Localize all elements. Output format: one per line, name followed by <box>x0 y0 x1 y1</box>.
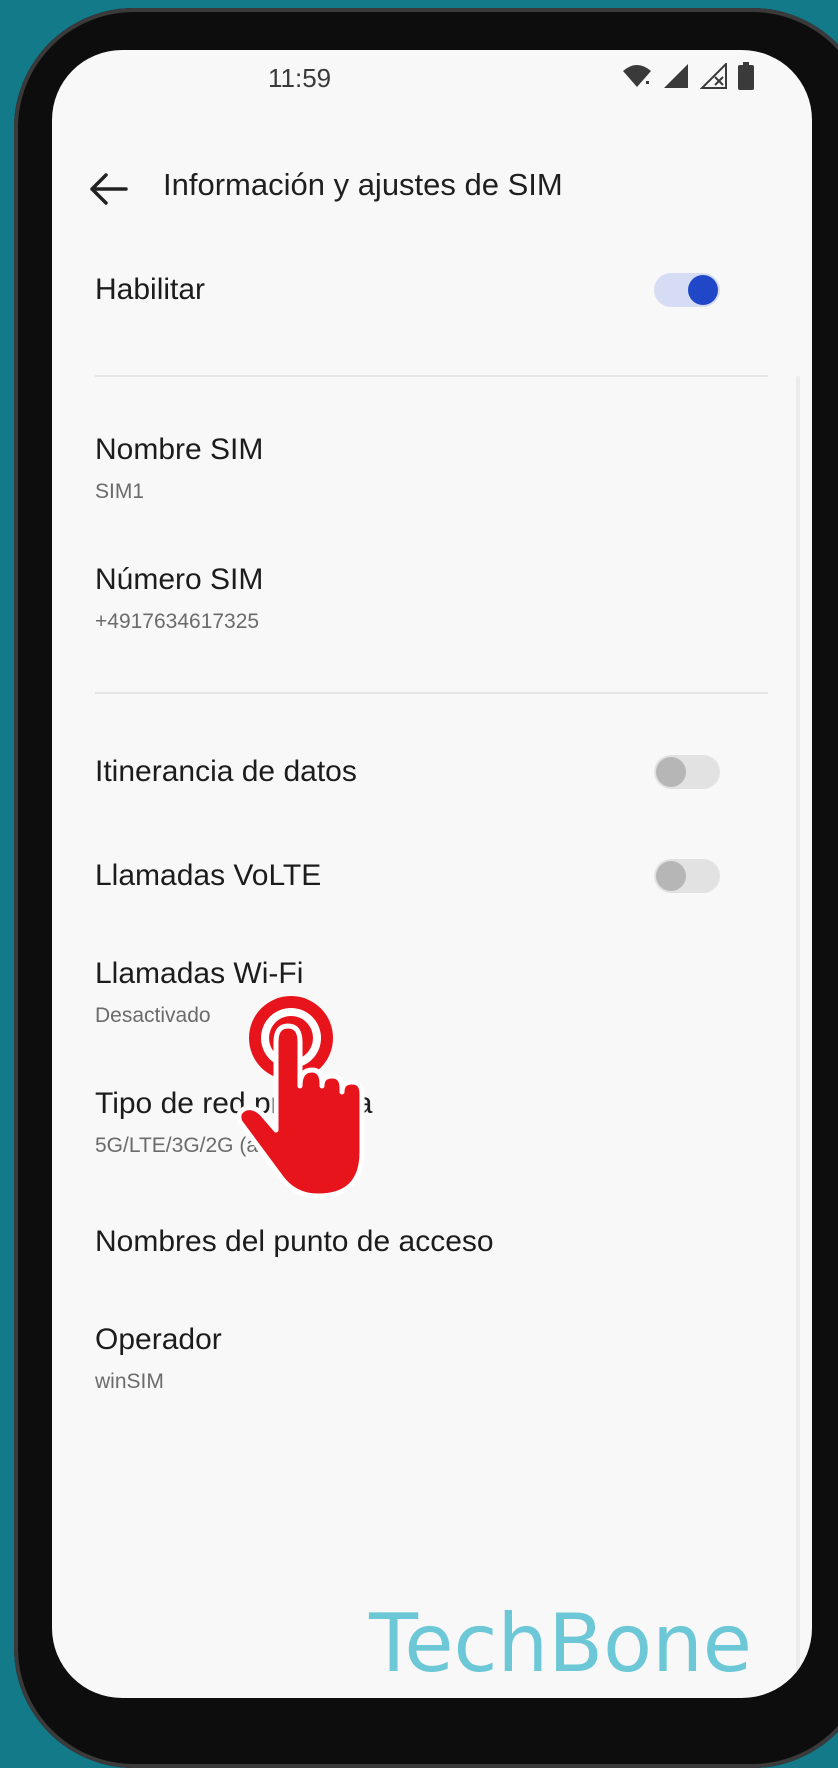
watermark: TechBone <box>369 1597 752 1690</box>
scrollbar[interactable] <box>796 376 800 1676</box>
back-arrow-icon[interactable] <box>86 167 130 211</box>
sim-number-value: +4917634617325 <box>95 610 260 633</box>
operator-label: Operador <box>95 1323 222 1356</box>
enable-toggle[interactable] <box>654 273 720 307</box>
tap-gesture-icon <box>236 996 365 1199</box>
wifi-calling-label: Llamadas Wi-Fi <box>95 957 304 990</box>
operator-value: winSIM <box>95 1370 164 1393</box>
status-icons <box>622 62 754 90</box>
enable-row[interactable]: Habilitar <box>95 272 720 308</box>
app-bar: Información y ajustes de SIM <box>52 155 812 225</box>
signal-no-service-icon <box>700 63 727 89</box>
sim-number-label: Número SIM <box>95 563 264 596</box>
sim-name-value: SIM1 <box>95 480 145 503</box>
volte-row[interactable]: Llamadas VoLTE <box>95 858 720 894</box>
phone-screen: 11:59 Información y ajustes de SIM Habil… <box>52 50 812 1698</box>
data-roaming-toggle[interactable] <box>654 755 720 789</box>
sim-number-row[interactable]: Número SIM +4917634617325 <box>95 562 720 636</box>
enable-label: Habilitar <box>95 273 206 306</box>
network-type-label: Tipo de red preferida <box>95 1087 373 1120</box>
divider <box>95 692 768 694</box>
apn-row[interactable]: Nombres del punto de acceso <box>95 1224 720 1260</box>
apn-label: Nombres del punto de acceso <box>95 1225 494 1258</box>
network-type-row[interactable]: Tipo de red preferida 5G/LTE/3G/2G (auto… <box>95 1086 720 1160</box>
signal-icon <box>664 64 688 88</box>
battery-icon <box>738 62 754 90</box>
sim-name-label: Nombre SIM <box>95 433 264 466</box>
wifi-calling-row[interactable]: Llamadas Wi-Fi Desactivado <box>95 956 720 1030</box>
status-time: 11:59 <box>268 63 332 93</box>
toggle-knob <box>656 861 686 891</box>
toggle-knob <box>656 757 686 787</box>
data-roaming-row[interactable]: Itinerancia de datos <box>95 754 720 790</box>
volte-label: Llamadas VoLTE <box>95 859 322 892</box>
page-title: Información y ajustes de SIM <box>163 167 563 202</box>
network-type-value: 5G/LTE/3G/2G (automático) <box>95 1134 357 1157</box>
sim-name-row[interactable]: Nombre SIM SIM1 <box>95 432 720 506</box>
data-roaming-label: Itinerancia de datos <box>95 755 357 788</box>
wifi-icon <box>623 65 651 87</box>
wifi-calling-value: Desactivado <box>95 1004 211 1027</box>
divider <box>95 375 768 377</box>
volte-toggle[interactable] <box>654 859 720 893</box>
toggle-knob <box>688 275 718 305</box>
operator-row[interactable]: Operador winSIM <box>95 1322 720 1396</box>
status-bar: 11:59 <box>52 50 812 110</box>
